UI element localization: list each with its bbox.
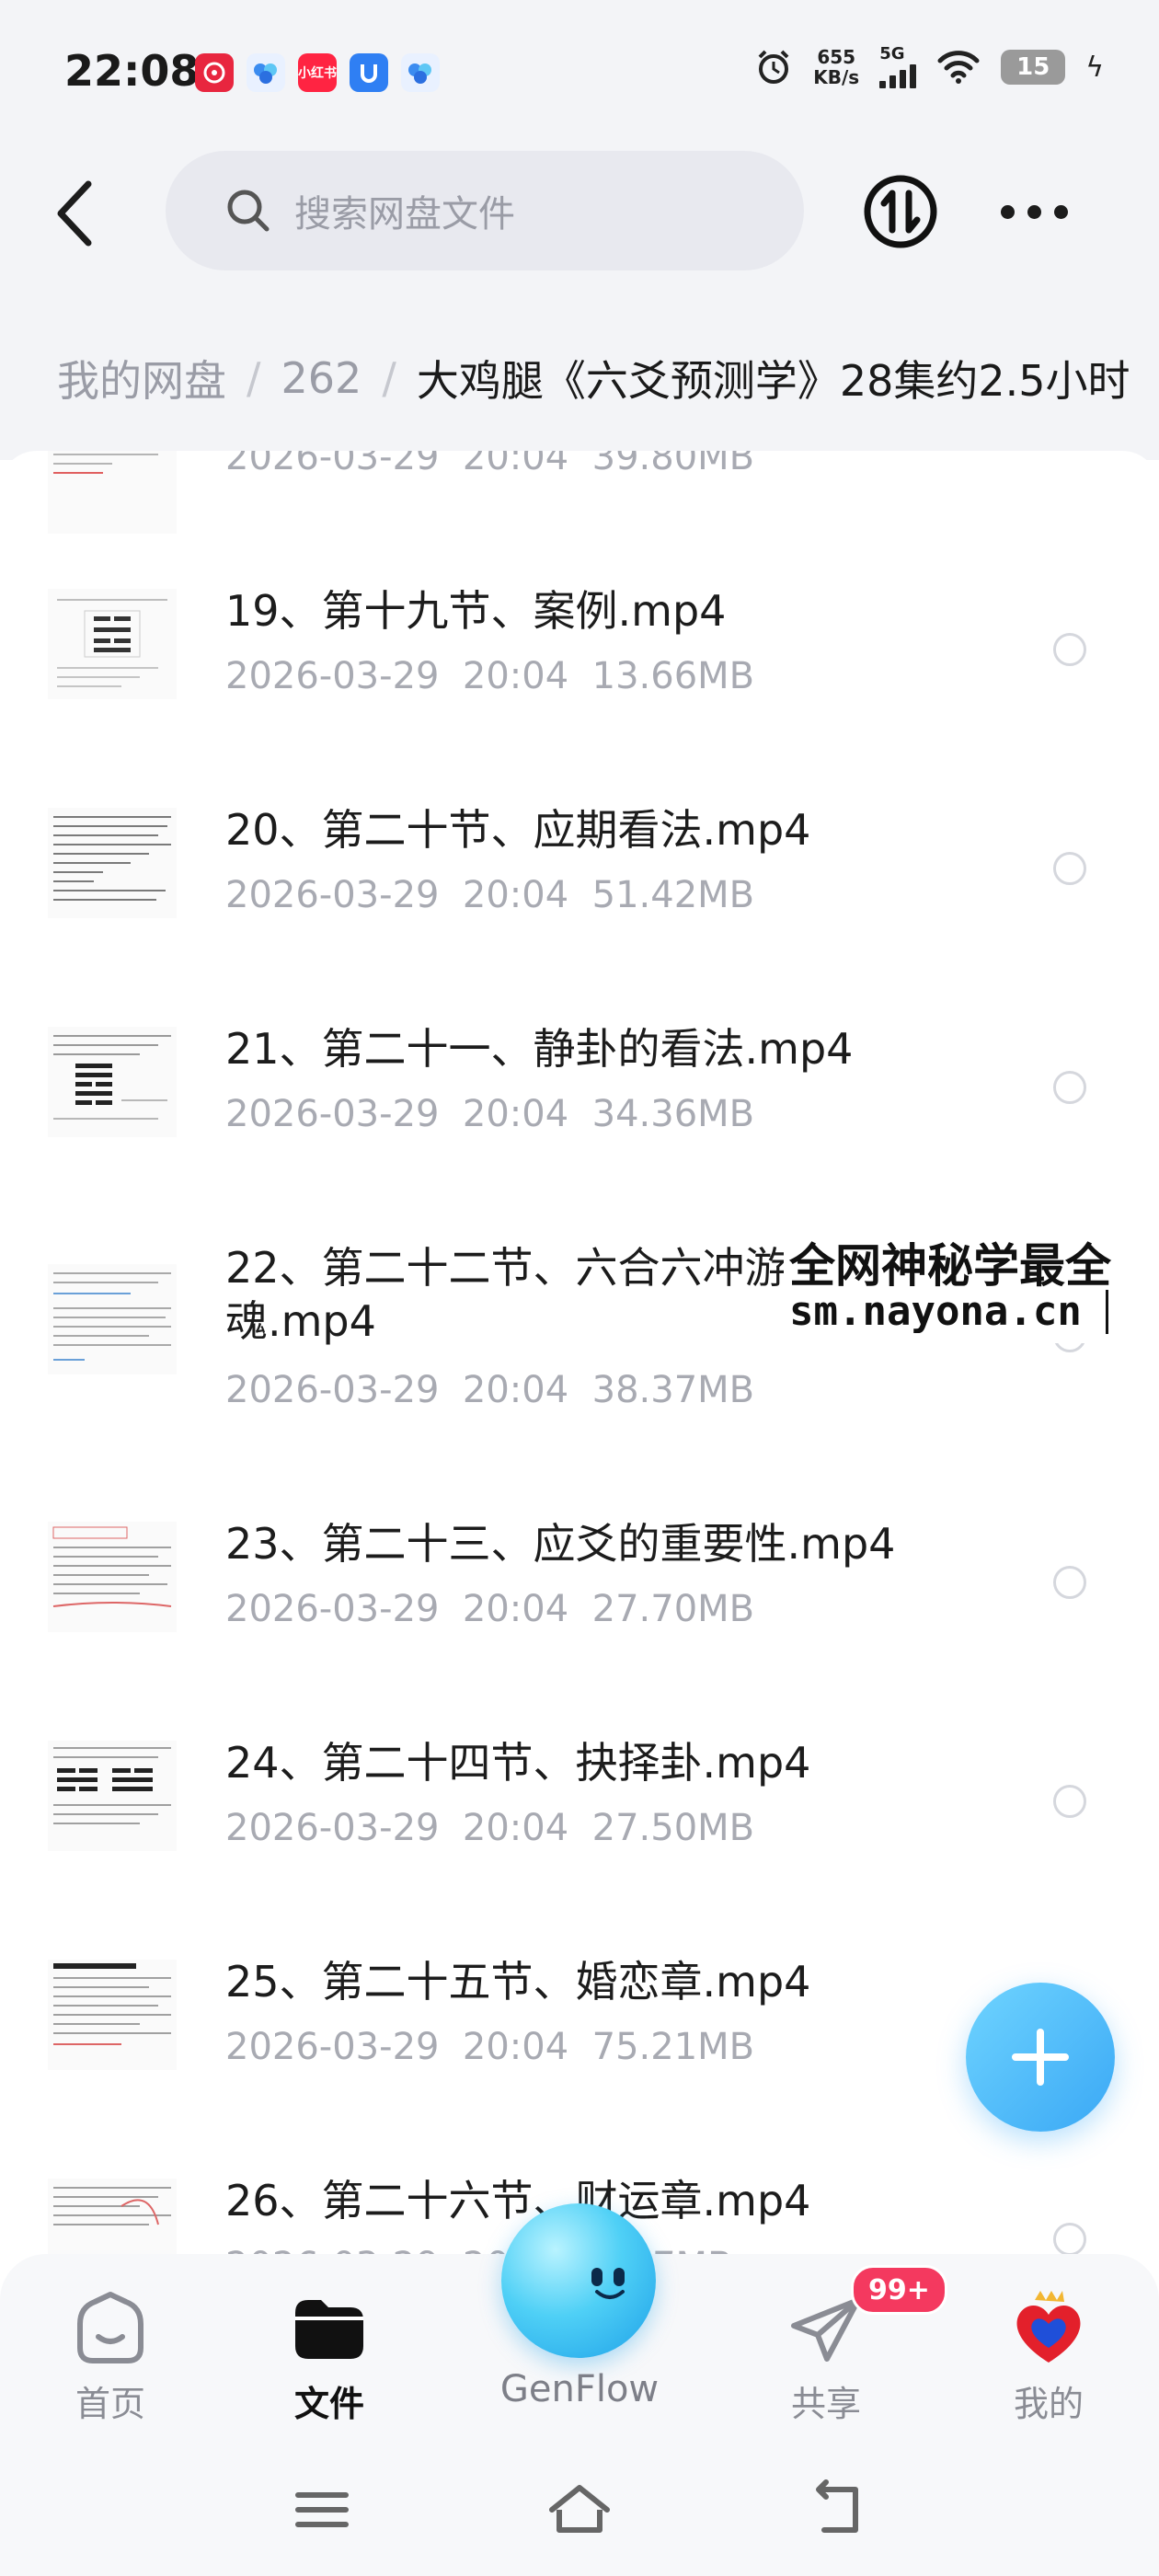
more-options-button[interactable] <box>1001 201 1074 223</box>
search-icon <box>227 190 270 232</box>
file-name: 22、第二十二节、六合六冲游 <box>225 1243 787 1293</box>
tab-mine[interactable]: 我的 <box>966 2287 1131 2426</box>
eye-icon <box>614 2268 625 2286</box>
status-time: 22:08 <box>64 46 200 96</box>
file-name: 24、第二十四节、抉择卦.mp4 <box>225 1738 811 1788</box>
list-item[interactable]: 20、第二十节、应期看法.mp4 2026-03-29 20:04 51.42M… <box>0 771 1159 983</box>
net-speed: 655 KB/s <box>813 46 860 88</box>
breadcrumb: 我的网盘 / 262 / 大鸡腿《六爻预测学》28集约2.5小时 <box>57 348 1130 408</box>
file-meta: 2026-03-29 20:04 27.50MB <box>225 1807 755 1849</box>
list-item[interactable]: 2026-03-29 20:04 39.80MB <box>0 451 1159 552</box>
search-box[interactable]: 搜索网盘文件 <box>166 151 804 270</box>
breadcrumb-separator: / <box>382 353 396 403</box>
file-meta: 2026-03-29 20:04 38.37MB <box>225 1369 755 1411</box>
cell-signal-icon: 5G <box>879 46 917 88</box>
select-radio[interactable] <box>1053 1785 1086 1818</box>
file-thumbnail <box>48 808 177 918</box>
menu-icon[interactable] <box>285 2473 359 2547</box>
file-thumbnail <box>48 1264 177 1374</box>
tab-home[interactable]: 首页 <box>28 2287 193 2426</box>
text-cursor <box>1106 1290 1108 1334</box>
dot-icon <box>1054 204 1068 219</box>
charging-icon: ϟ <box>1085 51 1104 84</box>
tab-genflow-label[interactable]: GenFlow <box>478 2368 681 2410</box>
file-thumbnail <box>48 451 177 534</box>
file-name: 26、第二十六节、财运章.mp4 <box>225 2176 811 2225</box>
breadcrumb-folder[interactable]: 262 <box>281 353 362 403</box>
file-name: 20、第二十节、应期看法.mp4 <box>225 805 811 855</box>
sort-icon[interactable] <box>862 173 939 250</box>
plus-icon <box>1012 2029 1069 2086</box>
file-meta: 2026-03-29 20:04 51.42MB <box>225 874 755 916</box>
breadcrumb-separator: / <box>247 353 261 403</box>
select-radio[interactable] <box>1053 2223 1086 2254</box>
file-thumbnail <box>48 2179 177 2254</box>
file-thumbnail <box>48 589 177 699</box>
home-icon <box>77 2292 143 2363</box>
breadcrumb-root[interactable]: 我的网盘 <box>57 348 226 408</box>
share-badge: 99+ <box>851 2265 947 2315</box>
select-radio[interactable] <box>1053 1566 1086 1599</box>
list-item[interactable]: 23、第二十三、应爻的重要性.mp4 2026-03-29 20:04 27.7… <box>0 1485 1159 1696</box>
file-name: 25、第二十五节、婚恋章.mp4 <box>225 1957 811 2007</box>
list-item[interactable]: 21、第二十一、静卦的看法.mp4 2026-03-29 20:04 34.36… <box>0 990 1159 1202</box>
select-radio[interactable] <box>1053 633 1086 666</box>
file-thumbnail <box>48 1741 177 1851</box>
add-button[interactable] <box>966 1983 1115 2132</box>
tab-files[interactable]: 文件 <box>247 2287 412 2426</box>
status-bar: 22:08 小红书 655 KB/s 5G 15 ϟ <box>0 0 1159 147</box>
file-meta: 2026-03-29 20:04 75.21MB <box>225 2026 755 2068</box>
dot-icon <box>1001 204 1015 219</box>
back-button[interactable] <box>48 177 103 250</box>
list-item[interactable]: 19、第十九节、案例.mp4 2026-03-29 20:04 13.66MB <box>0 552 1159 764</box>
genflow-app-icon-2 <box>401 53 440 92</box>
file-name: 21、第二十一、静卦的看法.mp4 <box>225 1024 854 1074</box>
file-name: 23、第二十三、应爻的重要性.mp4 <box>225 1519 896 1569</box>
u-app-icon <box>350 53 388 92</box>
folder-icon <box>295 2300 363 2359</box>
home-nav-icon[interactable] <box>543 2473 616 2547</box>
file-name: 19、第十九节、案例.mp4 <box>225 586 727 636</box>
status-indicators: 655 KB/s 5G 15 ϟ <box>754 46 1104 88</box>
breadcrumb-current: 大鸡腿《六爻预测学》28集约2.5小时 <box>416 356 1130 406</box>
smile-icon <box>595 2290 625 2299</box>
file-thumbnail <box>48 1027 177 1137</box>
select-radio[interactable] <box>1053 852 1086 885</box>
file-meta: 2026-03-29 20:04 27.70MB <box>225 1588 755 1630</box>
file-meta: 2026-03-29 20:04 34.36MB <box>225 1093 755 1135</box>
wifi-icon <box>937 51 980 84</box>
file-thumbnail <box>48 1960 177 2070</box>
xiaohongshu-app-icon: 小红书 <box>298 53 337 92</box>
file-meta: 2026-03-29 20:04 …57MB <box>225 2243 732 2254</box>
search-placeholder: 搜索网盘文件 <box>294 193 515 236</box>
eye-icon <box>591 2268 602 2286</box>
file-meta: 2026-03-29 20:04 13.66MB <box>225 655 755 697</box>
genflow-app-icon <box>247 53 285 92</box>
file-name-line2: 魂.mp4 <box>225 1296 376 1346</box>
genflow-button[interactable] <box>501 2203 656 2358</box>
alarm-icon <box>758 50 789 84</box>
select-radio[interactable] <box>1053 1071 1086 1104</box>
dot-icon <box>1027 204 1041 219</box>
back-nav-icon[interactable] <box>798 2473 872 2547</box>
status-app-icons: 小红书 <box>195 53 440 92</box>
watermark-line1: 全网神秘学最全 <box>789 1238 1111 1293</box>
file-meta: 2026-03-29 20:04 39.80MB <box>225 451 755 478</box>
list-item[interactable]: 24、第二十四节、抉择卦.mp4 2026-03-29 20:04 27.50M… <box>0 1704 1159 1915</box>
redbox-app-icon <box>195 53 234 92</box>
file-list: 2026-03-29 20:04 39.80MB 19、第十九节、案例.mp4 … <box>0 451 1159 2254</box>
battery-indicator: 15 <box>1001 50 1066 85</box>
watermark-line2: sm.nayona.cn <box>789 1288 1082 1335</box>
file-thumbnail <box>48 1522 177 1632</box>
avatar-heart-icon <box>1016 2291 1081 2363</box>
